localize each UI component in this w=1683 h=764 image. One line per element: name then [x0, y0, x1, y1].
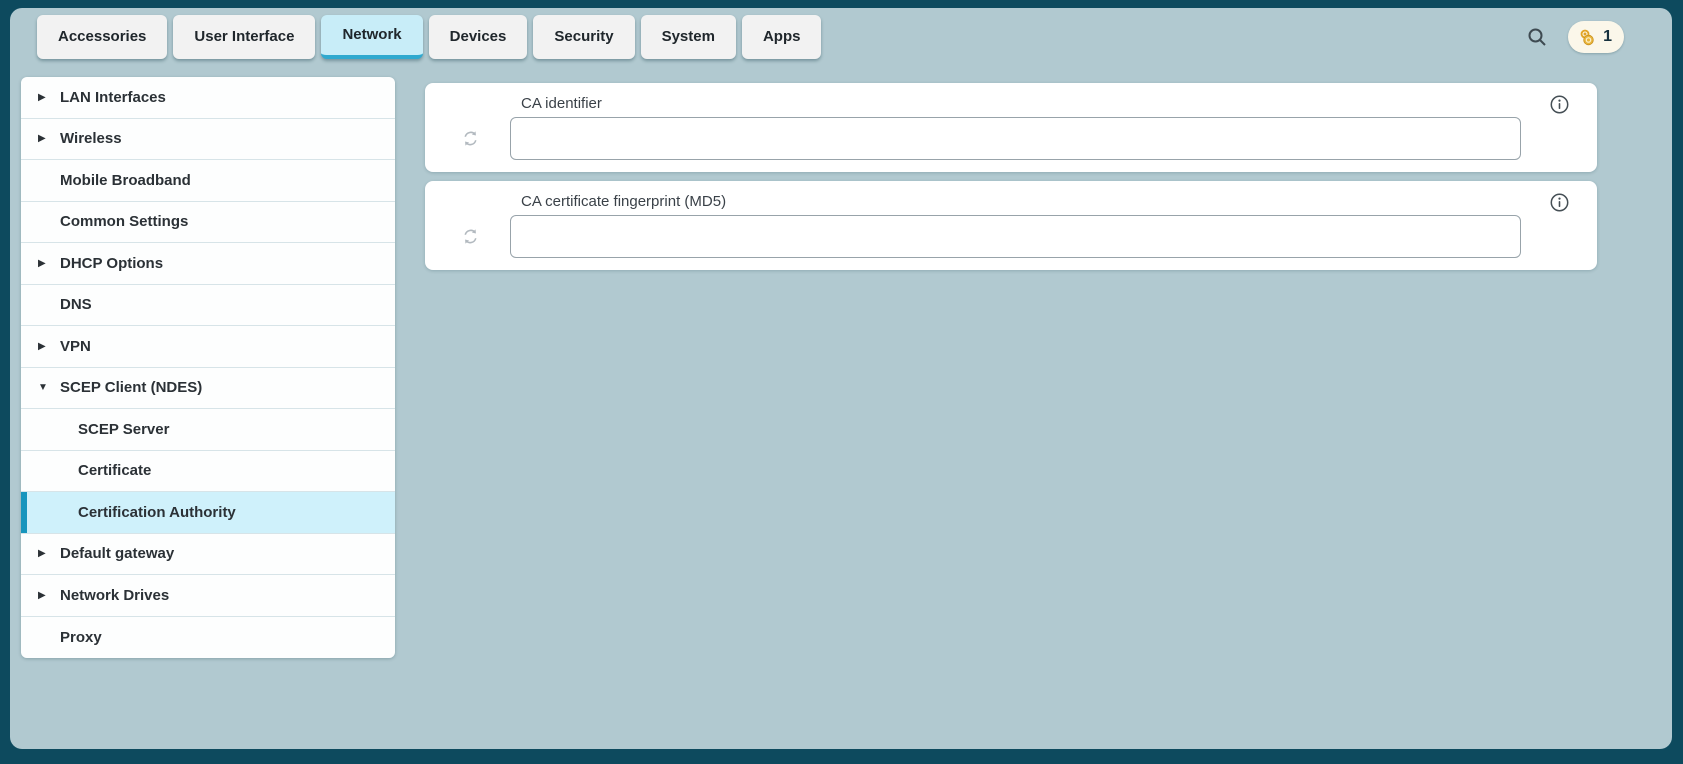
- sidebar-item-dns[interactable]: DNS: [21, 285, 395, 327]
- sidebar-item-default-gateway[interactable]: Default gateway: [21, 534, 395, 576]
- coins-icon: [1577, 27, 1597, 47]
- tab-apps[interactable]: Apps: [742, 15, 822, 59]
- sidebar-item-wireless[interactable]: Wireless: [21, 119, 395, 161]
- tab-system[interactable]: System: [641, 15, 736, 59]
- info-icon[interactable]: [1549, 94, 1570, 115]
- expander-arrow-icon: [38, 590, 60, 601]
- tab-network[interactable]: Network: [321, 15, 422, 59]
- changes-count: 1: [1603, 28, 1612, 46]
- sidebar-item-vpn[interactable]: VPN: [21, 326, 395, 368]
- expander-arrow-icon: [38, 258, 60, 269]
- ca-fingerprint-label: CA certificate fingerprint (MD5): [510, 190, 1521, 215]
- reset-to-default-button[interactable]: [454, 128, 481, 149]
- changes-counter-badge[interactable]: 1: [1568, 21, 1624, 53]
- sidebar-item-certification-authority[interactable]: Certification Authority: [21, 492, 395, 534]
- tab-devices[interactable]: Devices: [429, 15, 528, 59]
- sidebar-item-mobile-broadband[interactable]: Mobile Broadband: [21, 160, 395, 202]
- tab-bar-tools: 1: [1520, 15, 1652, 59]
- tab-user-interface[interactable]: User Interface: [173, 15, 315, 59]
- reset-to-default-button[interactable]: [454, 226, 481, 247]
- sync-icon: [460, 226, 481, 247]
- expander-arrow-icon: [38, 548, 60, 559]
- tab-security[interactable]: Security: [533, 15, 634, 59]
- ca-identifier-label: CA identifier: [510, 92, 1521, 117]
- sidebar-item-common-settings[interactable]: Common Settings: [21, 202, 395, 244]
- ca-identifier-card: CA identifier: [425, 83, 1597, 172]
- expander-arrow-icon: [38, 92, 60, 103]
- expander-arrow-icon: [38, 341, 60, 352]
- top-tab-bar: Accessories User Interface Network Devic…: [37, 8, 1652, 61]
- ca-identifier-input[interactable]: [510, 117, 1521, 160]
- ca-fingerprint-input[interactable]: [510, 215, 1521, 258]
- sidebar-item-scep-server[interactable]: SCEP Server: [21, 409, 395, 451]
- sidebar-item-certificate[interactable]: Certificate: [21, 451, 395, 493]
- search-button[interactable]: [1520, 20, 1554, 54]
- tab-accessories[interactable]: Accessories: [37, 15, 167, 59]
- sidebar-item-scep-client-ndes[interactable]: SCEP Client (NDES): [21, 368, 395, 410]
- sidebar-item-lan-interfaces[interactable]: LAN Interfaces: [21, 77, 395, 119]
- search-icon: [1526, 26, 1548, 48]
- expander-arrow-icon: [38, 133, 60, 144]
- sidebar-item-dhcp-options[interactable]: DHCP Options: [21, 243, 395, 285]
- ca-fingerprint-card: CA certificate fingerprint (MD5): [425, 181, 1597, 270]
- sidebar-item-proxy[interactable]: Proxy: [21, 617, 395, 659]
- certification-authority-panel: CA identifier: [425, 83, 1597, 279]
- sync-icon: [460, 128, 481, 149]
- network-settings-nav: LAN Interfaces Wireless Mobile Broadband…: [21, 77, 395, 658]
- settings-window: Accessories User Interface Network Devic…: [10, 8, 1672, 749]
- info-icon[interactable]: [1549, 192, 1570, 213]
- sidebar-item-network-drives[interactable]: Network Drives: [21, 575, 395, 617]
- expander-arrow-icon: [38, 382, 60, 393]
